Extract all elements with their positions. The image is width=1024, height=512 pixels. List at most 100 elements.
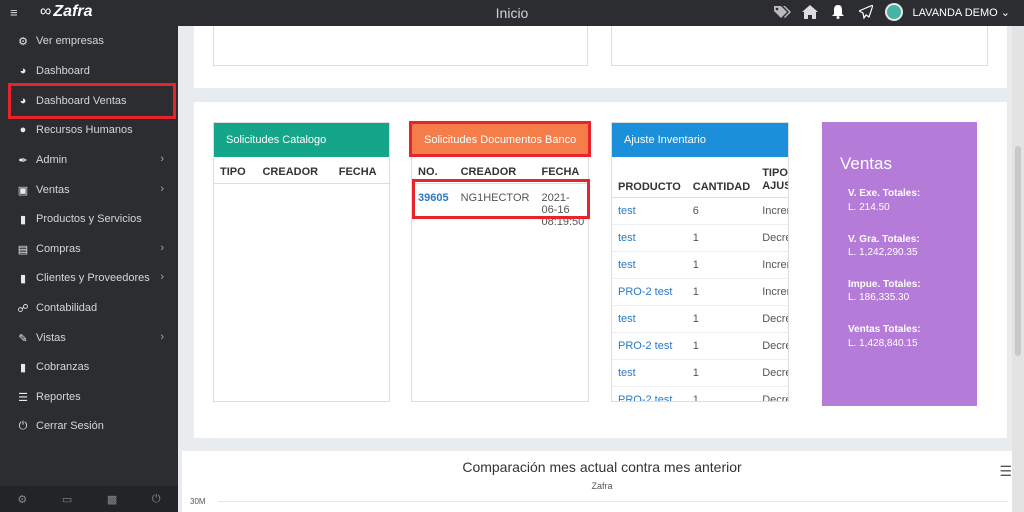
- stat-value: L. 186,335.30: [848, 292, 910, 303]
- table-row[interactable]: PRO-2 test 1 Decreme: [612, 386, 788, 402]
- product-link[interactable]: PRO-2 test: [618, 286, 672, 298]
- product-link[interactable]: test: [618, 313, 636, 325]
- table-cell: 1: [692, 339, 699, 352]
- table-row[interactable]: test 1 Decreme: [612, 359, 788, 386]
- desktop-icon[interactable]: ▭: [62, 493, 72, 506]
- home-icon[interactable]: [801, 3, 819, 21]
- power-icon[interactable]: ⏻: [152, 493, 161, 506]
- money-icon: ▣: [17, 184, 29, 197]
- sidebar-item-ventas[interactable]: ▣ Ventas ›: [0, 178, 178, 202]
- tags-icon[interactable]: [773, 3, 791, 21]
- list-icon: ☰: [18, 391, 28, 404]
- product-link[interactable]: test: [618, 259, 636, 271]
- wrench-icon: ✒: [18, 154, 28, 167]
- comparison-chart-card: Comparación mes actual contra mes anteri…: [182, 451, 1022, 512]
- avatar-icon[interactable]: [884, 3, 903, 21]
- sidebar-item-cerrar-sesion[interactable]: ⏻ Cerrar Sesión: [0, 414, 178, 438]
- table-cell: Decreme: [762, 231, 788, 244]
- catalogo-table: TIPO CREADOR FECHA: [214, 160, 389, 184]
- highlight-box-banco-header: [409, 121, 591, 157]
- cogs-icon: ⚙: [18, 35, 28, 48]
- column-header: CREADOR: [262, 166, 319, 178]
- product-link[interactable]: test: [618, 367, 636, 379]
- caret-down-icon: ⌄: [1000, 6, 1010, 19]
- user-name: LAVANDA DEMO: [912, 6, 998, 19]
- chevron-right-icon: ›: [160, 242, 164, 254]
- sidebar-item-compras[interactable]: ▤ Compras ›: [0, 237, 178, 261]
- chevron-right-icon: ›: [160, 153, 164, 165]
- table-cell: 1: [692, 366, 699, 379]
- product-link[interactable]: test: [618, 232, 636, 244]
- chevron-right-icon: ›: [160, 271, 164, 283]
- highlight-box-banco-row: [412, 179, 590, 219]
- logo[interactable]: ∞ Zafra: [40, 3, 93, 21]
- product-link[interactable]: test: [618, 205, 636, 217]
- table-cell: Decreme: [762, 366, 788, 379]
- logo-text: Zafra: [53, 3, 93, 20]
- lock-icon[interactable]: ▩: [107, 493, 117, 506]
- sidebar-item-admin[interactable]: ✒ Admin ›: [0, 148, 178, 172]
- table-cell: 1: [692, 285, 699, 298]
- top-summary-card: [194, 26, 1007, 88]
- table-row[interactable]: test 1 Decreme: [612, 224, 788, 251]
- sidebar-item-ver-empresas[interactable]: ⚙ Ver empresas: [0, 29, 178, 53]
- table-cell: 1: [692, 258, 699, 271]
- user-menu[interactable]: LAVANDA DEMO ⌄: [913, 6, 1010, 19]
- hamburger-icon[interactable]: ☰: [999, 463, 1012, 480]
- stat-value: L. 1,428,840.15: [848, 338, 918, 349]
- sidebar-item-label: Contabilidad: [36, 302, 98, 314]
- sidebar-item-label: Reportes: [36, 391, 81, 403]
- scrollbar-thumb[interactable]: [1015, 146, 1021, 356]
- sidebar-item-productos-servicios[interactable]: ▮ Productos y Servicios: [0, 207, 178, 231]
- sidebar-item-label: Dashboard: [36, 65, 90, 77]
- bell-icon[interactable]: [829, 3, 847, 21]
- table-row[interactable]: PRO-2 test 1 Increme: [612, 278, 788, 305]
- table-row[interactable]: PRO-2 test 1 Decreme: [612, 332, 788, 359]
- y-axis-tick: 30M: [190, 497, 206, 506]
- top-bar: ≡ ∞ Zafra Inicio LAVANDA DEMO ⌄: [0, 0, 1024, 26]
- sidebar-item-dashboard[interactable]: ◕ Dashboard: [0, 59, 178, 83]
- top-card-panel-left: [213, 26, 588, 66]
- stat-label: V. Gra. Totales:: [848, 234, 920, 245]
- book-icon: ▮: [19, 361, 27, 374]
- column-header: FECHA: [338, 166, 377, 178]
- sidebar-item-label: Clientes y Proveedores: [36, 272, 150, 284]
- chevron-right-icon: ›: [160, 183, 164, 195]
- table-cell: Decreme: [762, 339, 788, 352]
- sidebar-item-label: Ventas: [36, 184, 70, 196]
- sidebar-item-label: Vistas: [36, 332, 66, 344]
- product-link[interactable]: PRO-2 test: [618, 394, 672, 401]
- top-card-panel-right: [611, 26, 988, 66]
- sidebar-item-label: Cerrar Sesión: [36, 420, 104, 432]
- divider: [214, 183, 389, 184]
- sidebar-item-vistas[interactable]: ✎ Vistas ›: [0, 326, 178, 350]
- table-row[interactable]: test 1 Decreme: [612, 305, 788, 332]
- logo-mark-icon: ∞: [40, 3, 52, 20]
- edit-icon: ✎: [18, 332, 28, 345]
- sidebar-item-clientes-proveedores[interactable]: ▮ Clientes y Proveedores ›: [0, 266, 178, 290]
- gear-icon[interactable]: ⚙: [17, 493, 27, 506]
- menu-icon[interactable]: ≡: [10, 5, 18, 20]
- sidebar-item-reportes[interactable]: ☰ Reportes: [0, 385, 178, 409]
- chart-title: Comparación mes actual contra mes anteri…: [462, 459, 742, 475]
- sidebar-footer: ⚙ ▭ ▩ ⏻: [0, 486, 178, 512]
- stat-label: Ventas Totales:: [848, 324, 921, 335]
- cart-icon: ▤: [17, 243, 29, 256]
- table-cell: Increme: [762, 285, 788, 298]
- stat-label: V. Exe. Totales:: [848, 188, 921, 199]
- sidebar-item-contabilidad[interactable]: ☍ Contabilidad: [0, 296, 178, 320]
- table-cell: 6: [692, 204, 699, 217]
- page-scrollbar[interactable]: [1012, 26, 1024, 512]
- sidebar-item-recursos-humanos[interactable]: ● Recursos Humanos: [0, 118, 178, 142]
- sidebar-item-label: Cobranzas: [36, 361, 90, 373]
- chevron-right-icon: ›: [160, 331, 164, 343]
- table-cell: 1: [692, 393, 699, 402]
- sidebar-item-label: Compras: [36, 243, 81, 255]
- paper-plane-icon[interactable]: [857, 3, 875, 21]
- panel-ajuste-inventario: Ajuste Inventario PRODUCTO CANTIDAD TIPO…: [611, 122, 789, 402]
- table-row[interactable]: test 1 Increme: [612, 251, 788, 278]
- product-link[interactable]: PRO-2 test: [618, 340, 672, 352]
- sidebar-item-cobranzas[interactable]: ▮ Cobranzas: [0, 355, 178, 379]
- table-row[interactable]: test 6 Increme: [612, 197, 788, 224]
- table-cell: 1: [692, 312, 699, 325]
